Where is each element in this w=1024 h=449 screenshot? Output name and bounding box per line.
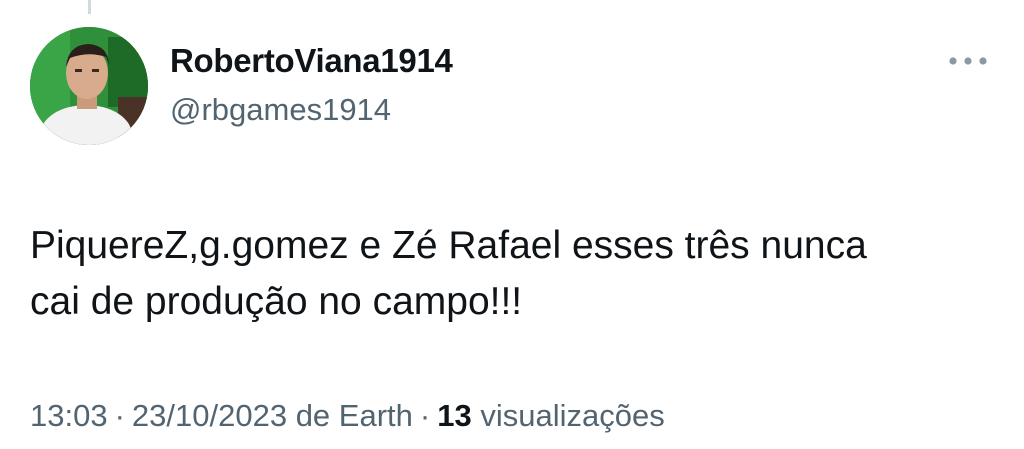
views-count: 13	[437, 398, 472, 433]
author-handle[interactable]: @rbgames1914	[170, 92, 391, 128]
avatar[interactable]	[30, 27, 148, 145]
meta-separator: ·	[114, 398, 125, 433]
profile-photo	[30, 27, 148, 145]
tweet-source: Earth	[338, 398, 413, 433]
meta-separator: ·	[419, 398, 431, 433]
tweet-meta: 13:03 · 23/10/2023 de Earth · 13 visualizaçõ…	[30, 398, 665, 434]
views-label: visualizações	[480, 398, 665, 433]
author-display-name[interactable]: RobertoViana1914	[170, 42, 453, 80]
tweet-time: 13:03	[30, 398, 108, 433]
views-link[interactable]: 13 visualizações	[437, 398, 664, 433]
more-options-button[interactable]	[946, 50, 990, 72]
tweet-timestamp[interactable]: 13:03 · 23/10/2023	[30, 398, 287, 433]
tweet-text-line: cai de produção no campo!!!	[30, 280, 523, 323]
source-prefix: de	[295, 398, 331, 433]
tweet-text-line: PiquereZ,g.gomez e Zé Rafael esses três …	[30, 224, 867, 267]
more-horizontal-icon	[949, 57, 987, 65]
thread-connector-line	[88, 0, 91, 14]
tweet-date: 23/10/2023	[131, 398, 288, 433]
tweet-text: PiquereZ,g.gomez e Zé Rafael esses três …	[30, 218, 990, 330]
